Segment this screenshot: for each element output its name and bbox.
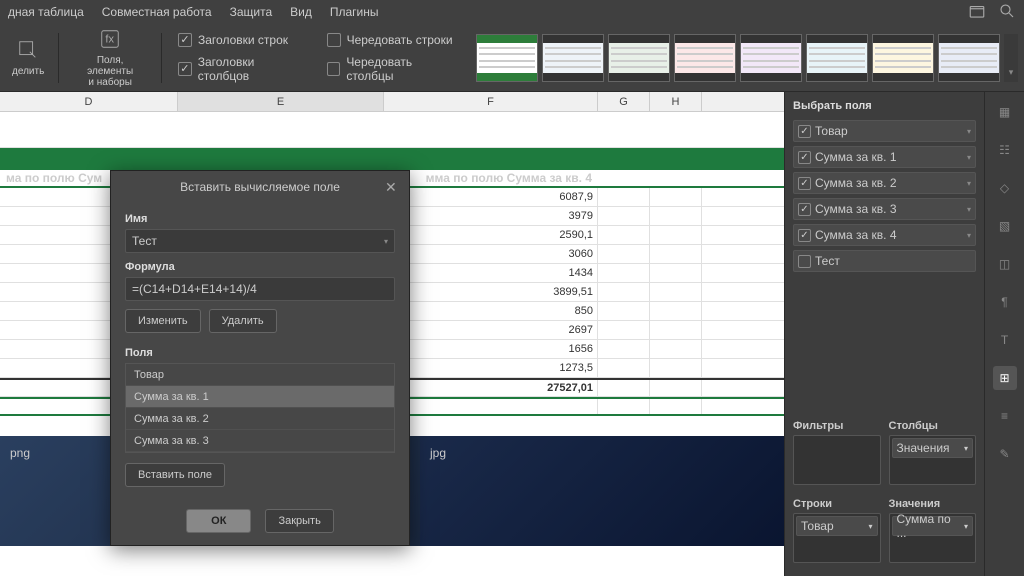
- check-col-headers[interactable]: Заголовки столбцов: [178, 55, 307, 83]
- field-item[interactable]: Тест: [793, 250, 976, 272]
- table-icon[interactable]: ☷: [993, 138, 1017, 162]
- ok-button[interactable]: ОК: [186, 509, 251, 533]
- table-style[interactable]: [542, 34, 604, 82]
- select-group[interactable]: делить: [6, 38, 50, 77]
- list-item[interactable]: Сумма за кв. 3: [126, 430, 394, 452]
- pivot-icon[interactable]: ⊞: [993, 366, 1017, 390]
- field-item[interactable]: Сумма за кв. 4▾: [793, 224, 976, 246]
- signature-icon[interactable]: ✎: [993, 442, 1017, 466]
- shape-icon[interactable]: ◇: [993, 176, 1017, 200]
- check-alt-cols[interactable]: Чередовать столбцы: [327, 55, 460, 83]
- paragraph-icon[interactable]: ¶: [993, 290, 1017, 314]
- columns-well[interactable]: Значения▾: [889, 435, 977, 485]
- col-header[interactable]: D: [0, 92, 178, 111]
- table-style[interactable]: [476, 34, 538, 82]
- check-alt-rows[interactable]: Чередовать строки: [327, 33, 460, 47]
- select-icon: [16, 38, 40, 62]
- field-item[interactable]: Товар▾: [793, 120, 976, 142]
- svg-text:fx: fx: [106, 34, 115, 46]
- fields-label: Поля: [125, 347, 395, 359]
- formula-label: Формула: [125, 261, 395, 273]
- name-input[interactable]: Тест▾: [125, 229, 395, 253]
- pill[interactable]: Значения▾: [892, 438, 974, 458]
- ribbon: делить fx Поля, элементы и наборы Заголо…: [0, 24, 1024, 92]
- pill[interactable]: Товар▾: [796, 516, 878, 536]
- rows-well[interactable]: Товар▾: [793, 513, 881, 563]
- menu-item[interactable]: Вид: [290, 5, 312, 19]
- menu-item[interactable]: дная таблица: [8, 5, 84, 19]
- formula-input[interactable]: =(C14+D14+E14+14)/4: [125, 277, 395, 301]
- menu-item[interactable]: Совместная работа: [102, 5, 212, 19]
- chart-icon[interactable]: ◫: [993, 252, 1017, 276]
- edit-button[interactable]: Изменить: [125, 309, 201, 333]
- side-title: Выбрать поля: [793, 100, 976, 112]
- close-icon[interactable]: ✕: [385, 179, 401, 195]
- menu-bar: дная таблица Совместная работа Защита Ви…: [0, 0, 1024, 24]
- column-headers: D E F G H: [0, 92, 784, 112]
- insert-field-button[interactable]: Вставить поле: [125, 463, 225, 487]
- slicer-icon[interactable]: ≡: [993, 404, 1017, 428]
- table-style[interactable]: [740, 34, 802, 82]
- table-style[interactable]: [806, 34, 868, 82]
- cell-settings-icon[interactable]: ▦: [993, 100, 1017, 124]
- table-style[interactable]: [674, 34, 736, 82]
- formula-icon: fx: [98, 27, 122, 51]
- folder-icon[interactable]: [968, 2, 986, 23]
- image-icon[interactable]: ▧: [993, 214, 1017, 238]
- style-gallery: ▾: [476, 34, 1018, 82]
- close-button[interactable]: Закрыть: [265, 509, 333, 533]
- pivot-side-panel: Выбрать поля Товар▾ Сумма за кв. 1▾ Сумм…: [784, 92, 984, 576]
- col-header[interactable]: G: [598, 92, 650, 111]
- table-style[interactable]: [872, 34, 934, 82]
- col-header[interactable]: E: [178, 92, 384, 111]
- pill[interactable]: Сумма по ...▾: [892, 516, 974, 536]
- list-item[interactable]: Сумма за кв. 2: [126, 408, 394, 430]
- dialog-title: Вставить вычисляемое поле ✕: [111, 171, 409, 203]
- list-item[interactable]: Товар: [126, 364, 394, 386]
- field-item[interactable]: Сумма за кв. 2▾: [793, 172, 976, 194]
- delete-button[interactable]: Удалить: [209, 309, 277, 333]
- values-well[interactable]: Сумма по ...▾: [889, 513, 977, 563]
- list-item[interactable]: Сумма за кв. 1: [126, 386, 394, 408]
- table-style[interactable]: [938, 34, 1000, 82]
- table-style[interactable]: [608, 34, 670, 82]
- right-icon-bar: ▦ ☷ ◇ ▧ ◫ ¶ T ⊞ ≡ ✎: [984, 92, 1024, 576]
- menu-item[interactable]: Плагины: [330, 5, 379, 19]
- fields-list: Товар Сумма за кв. 1 Сумма за кв. 2 Сумм…: [125, 363, 395, 453]
- name-label: Имя: [125, 213, 395, 225]
- field-item[interactable]: Сумма за кв. 1▾: [793, 146, 976, 168]
- col-header[interactable]: H: [650, 92, 702, 111]
- filters-well[interactable]: [793, 435, 881, 485]
- search-icon[interactable]: [998, 2, 1016, 23]
- check-row-headers[interactable]: Заголовки строк: [178, 33, 307, 47]
- col-header[interactable]: F: [384, 92, 598, 111]
- calculated-field-dialog: Вставить вычисляемое поле ✕ Имя Тест▾ Фо…: [110, 170, 410, 546]
- style-more[interactable]: ▾: [1004, 34, 1018, 82]
- field-item[interactable]: Сумма за кв. 3▾: [793, 198, 976, 220]
- fields-group[interactable]: fx Поля, элементы и наборы: [67, 27, 153, 88]
- text-icon[interactable]: T: [993, 328, 1017, 352]
- menu-item[interactable]: Защита: [230, 5, 273, 19]
- jpg-image: jpg: [420, 436, 784, 546]
